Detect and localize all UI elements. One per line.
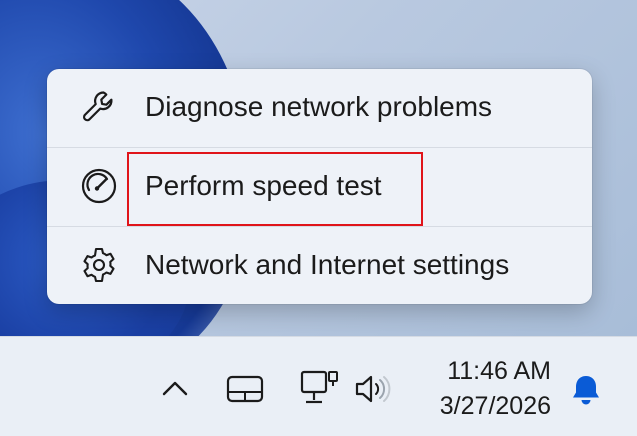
menu-item-label: Diagnose network problems (145, 91, 493, 122)
wrench-icon (79, 87, 119, 127)
gear-icon (79, 245, 119, 285)
volume-icon[interactable] (354, 374, 394, 409)
clock-time[interactable]: 11:46 AM (447, 357, 551, 386)
chevron-up-icon[interactable] (160, 375, 190, 406)
taskbar: 11:46 AM 3/27/2026 (0, 336, 637, 436)
clock-date[interactable]: 3/27/2026 (440, 392, 551, 421)
highlight-annotation (127, 152, 423, 226)
menu-item-label: Network and Internet settings (145, 249, 510, 280)
menu-item-diagnose-network[interactable]: Diagnose network problems (47, 69, 592, 145)
speedometer-icon (79, 166, 119, 206)
menu-item-network-settings[interactable]: Network and Internet settings (47, 227, 592, 303)
network-icon[interactable] (300, 370, 340, 415)
touchpad-icon[interactable] (226, 375, 264, 408)
bell-icon[interactable] (570, 373, 602, 412)
